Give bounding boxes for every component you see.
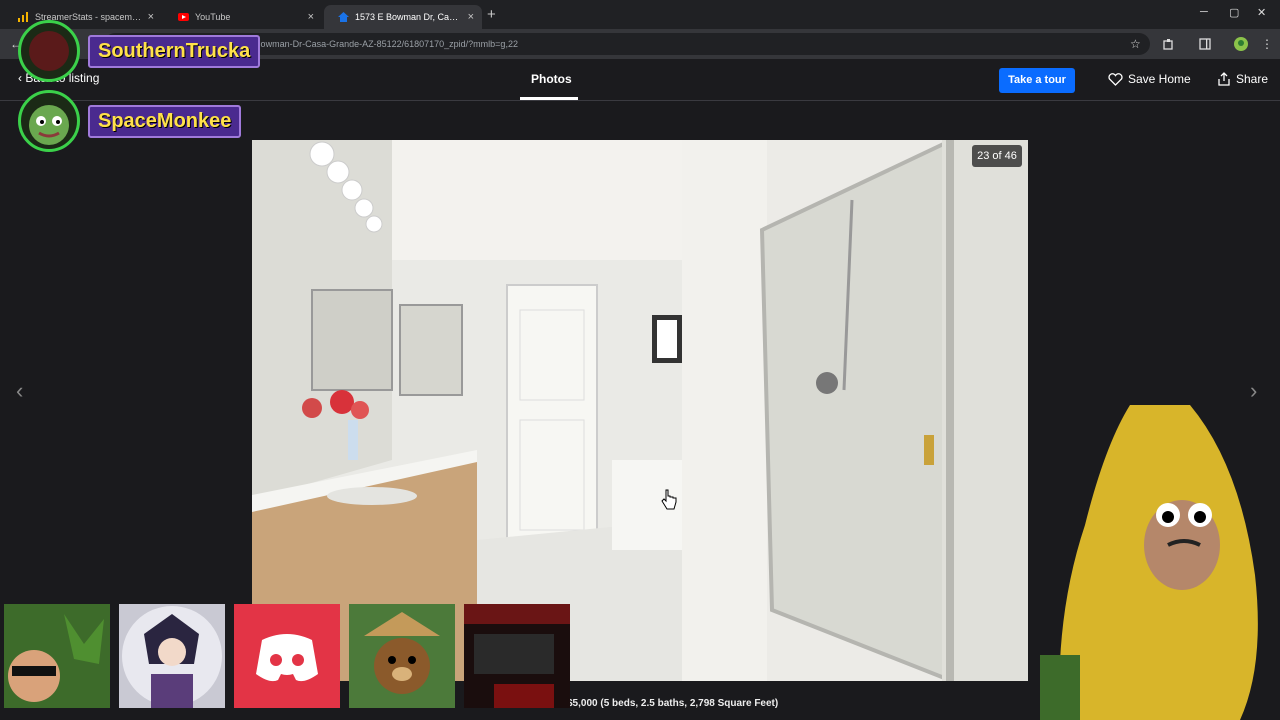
save-label: Save Home xyxy=(1128,72,1191,86)
streamer-name: SouthernTrucka xyxy=(88,34,261,68)
side-panel-icon[interactable] xyxy=(1199,38,1211,50)
streamer-name: SpaceMonkee xyxy=(88,104,242,138)
menu-kebab-icon[interactable]: ⋮ xyxy=(1261,37,1273,51)
save-home-button[interactable]: Save Home xyxy=(1108,72,1191,86)
take-a-tour-button[interactable]: Take a tour xyxy=(999,68,1075,93)
share-icon xyxy=(1218,72,1230,86)
tab-photos[interactable]: Photos xyxy=(531,72,572,86)
dark-stage-thumbnail xyxy=(464,604,570,708)
active-tab-indicator xyxy=(520,97,578,100)
next-photo-button[interactable]: › xyxy=(1250,378,1257,404)
stream-overlay-thumbnails xyxy=(4,604,570,708)
streamer-badge-southerntrucka: SouthernTrucka xyxy=(18,20,261,82)
tab-zillow[interactable]: 1573 E Bowman Dr, Casa Grand × xyxy=(324,5,482,29)
bear-thumbnail xyxy=(349,604,455,708)
tab-title: 1573 E Bowman Dr, Casa Grand xyxy=(355,12,462,22)
discord-icon xyxy=(234,604,340,708)
extensions-icon[interactable] xyxy=(1163,38,1175,50)
minimize-button[interactable]: ─ xyxy=(1200,6,1208,18)
close-icon[interactable]: × xyxy=(308,11,314,23)
share-label: Share xyxy=(1236,72,1269,86)
pepe-icon xyxy=(29,105,69,145)
profile-icon[interactable] xyxy=(1234,37,1248,51)
address-bar[interactable]: zillow.com/homedetails/1573-E-Bowman-Dr-… xyxy=(104,33,1150,55)
close-icon[interactable]: × xyxy=(468,11,474,23)
hand-cursor-icon xyxy=(661,489,677,510)
listing-caption: $5,000 (5 beds, 2.5 baths, 2,798 Square … xyxy=(567,698,779,709)
maximize-button[interactable]: ▢ xyxy=(1229,6,1239,19)
streamer-webcam xyxy=(1040,405,1258,720)
plant-thumbnail xyxy=(4,604,110,708)
photo-counter: 23 of 46 xyxy=(972,145,1022,167)
streamer-badge-spacemonkee: SpaceMonkee xyxy=(18,90,242,152)
share-button[interactable]: Share xyxy=(1217,72,1268,86)
avatar xyxy=(18,90,80,152)
new-tab-button[interactable]: + xyxy=(487,6,496,23)
close-window-button[interactable]: ✕ xyxy=(1257,6,1266,19)
heart-icon xyxy=(1108,72,1123,86)
avatar xyxy=(18,20,80,82)
bathroom-photo xyxy=(252,140,1028,681)
anime-character-thumbnail xyxy=(119,604,225,708)
listing-photo[interactable] xyxy=(252,140,1028,681)
star-icon[interactable]: ☆ xyxy=(1130,37,1141,51)
previous-photo-button[interactable]: ‹ xyxy=(16,378,23,404)
zillow-icon xyxy=(338,12,349,22)
